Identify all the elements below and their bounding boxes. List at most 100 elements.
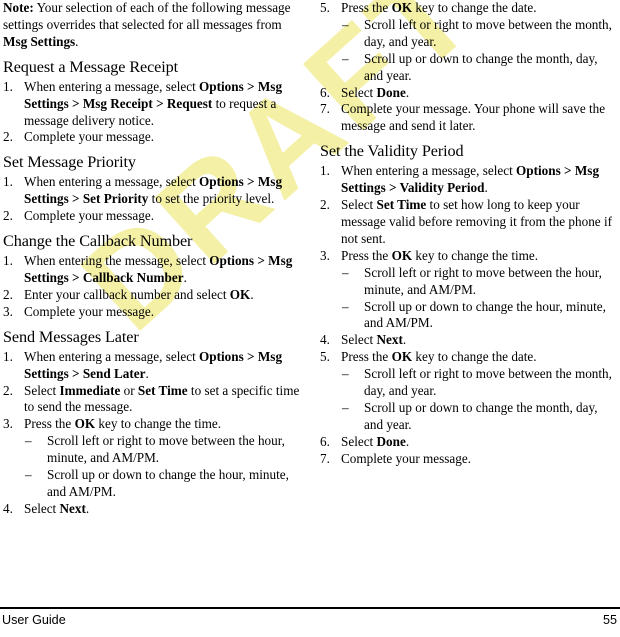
step-list: 5. Press the OK key to change the date. – S…	[320, 0, 618, 135]
step-number: 6.	[320, 433, 330, 449]
body-text: to set the priority level.	[148, 191, 275, 207]
dash-bullet-icon: –	[25, 433, 32, 449]
step-number: 5.	[320, 0, 330, 15]
note-text: Your selection of each of the following …	[3, 0, 291, 32]
body-text: .	[484, 180, 488, 196]
step-number: 6.	[320, 84, 330, 100]
right-column: 5. Press the OK key to change the date. – S…	[320, 0, 618, 468]
body-text: Press the	[341, 349, 392, 365]
step-number: 3.	[3, 416, 13, 432]
step-text: Press the OK key to change the date.	[341, 0, 537, 15]
footer-rule	[0, 607, 620, 609]
substep-item: – Scroll up or down to change the month, …	[341, 51, 618, 85]
body-text: Select	[24, 500, 60, 516]
body-text: key to change the time.	[412, 247, 539, 263]
step-list: 1. When entering a message, select Option…	[3, 349, 301, 518]
substep-item: – Scroll up or down to change the hour, m…	[341, 299, 618, 333]
step-number: 4.	[3, 500, 13, 516]
step-item: 6. Select Done.	[320, 434, 618, 451]
step-text: When entering a message, select Options …	[341, 163, 599, 195]
substep-item: – Scroll left or right to move between th…	[341, 265, 618, 299]
emphasis-text: Immediate	[59, 382, 121, 398]
page-footer: User Guide 55	[0, 607, 620, 637]
substep-list: – Scroll left or right to move between th…	[341, 366, 618, 434]
step-text: When entering a message, select Options …	[24, 79, 282, 128]
step-item: 3. Complete your message.	[3, 304, 301, 321]
substep-text: Scroll up or down to change the hour, mi…	[47, 467, 289, 499]
substep-item: – Scroll up or down to change the month, …	[341, 400, 618, 434]
step-item: 1. When entering a message, select Option…	[3, 174, 301, 208]
step-text: Complete your message.	[341, 451, 471, 466]
body-text: Enter your callback number and select	[24, 286, 230, 302]
body-text: Complete your message.	[24, 208, 155, 224]
emphasis-text: Send Later	[82, 365, 146, 381]
dash-bullet-icon: –	[25, 467, 32, 483]
step-number: 7.	[320, 450, 330, 466]
emphasis-text: >	[254, 253, 269, 269]
step-text: When entering the message, select Option…	[24, 253, 292, 285]
substep-item: – Scroll left or right to move between th…	[341, 366, 618, 400]
step-item: 2. Enter your callback number and select …	[3, 287, 301, 304]
note-label: Note:	[3, 0, 34, 15]
emphasis-text: >	[68, 365, 83, 381]
step-item: 1. When entering a message, select Option…	[3, 349, 301, 383]
step-item: 5. Press the OK key to change the date. – S…	[320, 349, 618, 434]
body-text: Select	[24, 382, 60, 398]
step-item: 7. Complete your message. Your phone will…	[320, 101, 618, 135]
emphasis-text: Options	[199, 348, 244, 364]
emphasis-text: Options	[199, 78, 244, 94]
body-text: .	[145, 365, 149, 381]
substep-text: Scroll up or down to change the hour, mi…	[364, 298, 606, 331]
emphasis-text: OK	[391, 349, 413, 365]
step-item: 1. When entering a message, select Option…	[3, 79, 301, 130]
step-text: Select Next.	[341, 332, 406, 347]
step-number: 2.	[3, 208, 13, 224]
step-item: 3. Press the OK key to change the time. – S…	[320, 248, 618, 333]
emphasis-text: Done	[376, 433, 406, 449]
body-text: When entering a message, select	[24, 78, 200, 94]
emphasis-text: >	[152, 95, 167, 111]
step-number: 7.	[320, 101, 330, 117]
step-item: 5. Press the OK key to change the date. – S…	[320, 0, 618, 85]
step-number: 2.	[320, 197, 330, 213]
emphasis-text: Options	[209, 253, 255, 269]
substep-text: Scroll left or right to move between the…	[364, 16, 612, 49]
emphasis-text: >	[560, 163, 575, 179]
emphasis-text: Request	[166, 95, 213, 111]
emphasis-text: >	[243, 174, 258, 190]
substep-text: Scroll up or down to change the month, d…	[364, 399, 598, 432]
emphasis-text: >	[385, 180, 400, 196]
note-paragraph: Note: Your selection of each of the foll…	[3, 0, 301, 51]
body-text: .	[402, 332, 407, 348]
substep-text: Scroll left or right to move between the…	[364, 264, 602, 297]
body-text: Complete your message.	[341, 450, 472, 466]
dash-bullet-icon: –	[342, 399, 349, 415]
step-list: 1. When entering a message, select Option…	[320, 163, 618, 467]
substep-list: – Scroll left or right to move between th…	[341, 17, 618, 85]
emphasis-text: Validity Period	[399, 180, 485, 196]
body-text: Press the	[341, 0, 392, 15]
emphasis-text: OK	[74, 416, 96, 432]
step-number: 3.	[3, 303, 13, 319]
step-number: 2.	[3, 382, 13, 398]
emphasis-text: >	[243, 78, 258, 94]
step-item: 1. When entering a message, select Option…	[320, 163, 618, 197]
body-text: .	[183, 269, 187, 285]
section-heading: Set the Validity Period	[320, 142, 464, 161]
body-text: key to change the date.	[412, 349, 537, 365]
step-list: 1. When entering the message, select Opti…	[3, 253, 301, 321]
step-list: 1. When entering a message, select Option…	[3, 79, 301, 147]
two-column-body: Note: Your selection of each of the foll…	[0, 0, 620, 600]
body-text: key to change the date.	[412, 0, 537, 15]
body-text: When entering a message, select	[24, 348, 200, 364]
emphasis-text: Set Priority	[82, 191, 149, 207]
dash-bullet-icon: –	[342, 50, 349, 66]
emphasis-text: Callback Number	[82, 269, 184, 285]
step-text: Complete your message.	[24, 304, 154, 319]
emphasis-text: >	[68, 269, 83, 285]
emphasis-text: OK	[391, 247, 413, 263]
body-text: .	[405, 433, 410, 449]
body-text: Select	[341, 332, 377, 348]
emphasis-text: Options	[516, 163, 561, 179]
step-item: 2. Complete your message.	[3, 129, 301, 146]
